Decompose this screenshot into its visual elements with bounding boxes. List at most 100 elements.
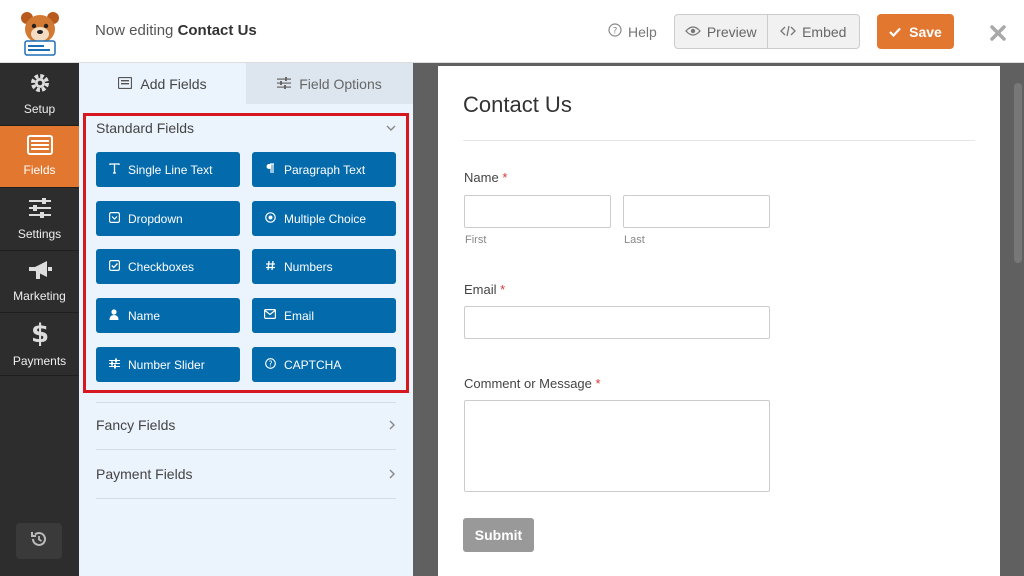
top-bar: Now editing Contact Us ? Help Preview Em… [0,0,1024,63]
gear-icon [29,72,51,99]
revisions-button[interactable] [16,523,62,559]
field-button-email[interactable]: Email [252,298,396,333]
field-button-label: Numbers [284,259,333,274]
checkbox-icon [108,259,120,274]
dollar-icon: $ [30,319,48,351]
svg-text:$: $ [32,320,48,346]
field-button-label: Single Line Text [128,162,213,177]
chevron-right-icon[interactable] [388,417,396,433]
form-preview: Contact Us Name * First Last Email * Com… [438,66,1000,576]
field-button-label: CAPTCHA [284,357,342,372]
panel-tabs: Add Fields Field Options [79,63,413,104]
tab-add-fields[interactable]: Add Fields [79,63,246,104]
first-name-field[interactable] [464,195,611,228]
required-mark: * [502,170,508,185]
preview-scrollbar[interactable] [1014,83,1022,263]
message-label-text: Comment or Message [464,376,592,391]
form-name: Contact Us [177,22,257,39]
sidebar-item-label: Payments [12,353,67,368]
sidebar-item-label: Setup [23,101,56,116]
form-preview-area: Contact Us Name * First Last Email * Com… [413,63,1024,576]
history-icon [30,530,48,553]
field-button-label: Checkboxes [128,259,195,274]
chevron-down-icon[interactable] [386,119,396,135]
list-icon [118,76,133,92]
code-icon [780,24,796,40]
field-button-multiple-choice[interactable]: Multiple Choice [252,201,396,236]
paragraph-icon [264,162,276,177]
name-label-text: Name [464,170,499,185]
email-field[interactable] [464,306,770,339]
message-textarea[interactable] [464,400,770,492]
field-button-label: Number Slider [128,357,205,372]
fields-icon [26,135,53,160]
help-icon: ? [608,23,622,40]
radio-icon [264,211,276,226]
sidebar-item-payments[interactable]: $ Payments [0,313,79,376]
submit-button[interactable]: Submit [463,518,534,552]
field-button-dropdown[interactable]: Dropdown [96,201,240,236]
editing-prefix: Now editing [95,22,174,39]
embed-label: Embed [802,23,847,40]
field-button-paragraph-text[interactable]: Paragraph Text [252,152,396,187]
envelope-icon [264,309,277,322]
embed-button[interactable]: Embed [766,15,860,48]
close-icon [990,17,1006,48]
name-label: Name * [464,170,507,185]
sidebar-item-settings[interactable]: Settings [0,188,79,251]
svg-text:?: ? [268,359,272,368]
builder-sidebar: Setup Fields Settings Marketing $ Paymen… [0,63,79,576]
close-button[interactable] [984,18,1012,46]
divider [463,140,975,141]
last-sublabel: Last [624,234,645,246]
standard-fields-heading[interactable]: Standard Fields [96,120,194,136]
field-button-single-line-text[interactable]: Single Line Text [96,152,240,187]
question-icon: ? [264,357,276,372]
field-button-name[interactable]: Name [96,298,240,333]
eye-icon [684,24,701,40]
preview-label: Preview [706,23,757,40]
divider [96,449,396,450]
field-button-captcha[interactable]: ? CAPTCHA [252,347,396,382]
editing-title: Now editing Contact Us [95,22,257,39]
save-button[interactable]: Save [877,14,954,49]
preview-button[interactable]: Preview [675,15,767,48]
payment-fields-heading[interactable]: Payment Fields [96,466,192,482]
first-sublabel: First [465,234,487,246]
field-button-label: Email [284,308,315,323]
user-icon [108,308,120,323]
checkmark-icon [889,24,901,40]
field-button-numbers[interactable]: Numbers [252,249,396,284]
slider-icon [108,358,120,372]
fields-panel: Add Fields Field Options Standard Fields… [79,63,413,576]
divider [96,402,396,403]
field-button-checkboxes[interactable]: Checkboxes [96,249,240,284]
field-button-label: Multiple Choice [284,211,367,226]
sidebar-item-marketing[interactable]: Marketing [0,251,79,313]
chevron-right-icon[interactable] [388,466,396,482]
last-name-field[interactable] [623,195,770,228]
tab-label: Field Options [299,75,382,92]
preview-embed-group: Preview Embed [674,14,860,49]
sidebar-item-setup[interactable]: Setup [0,63,79,126]
text-icon [108,162,120,177]
sidebar-item-fields[interactable]: Fields [0,125,79,188]
save-label: Save [909,23,942,40]
fancy-fields-heading[interactable]: Fancy Fields [96,417,175,433]
sliders-icon [277,76,292,92]
sidebar-item-label: Marketing [13,289,66,304]
required-mark: * [500,282,506,297]
tab-label: Add Fields [140,75,207,92]
required-mark: * [595,376,601,391]
form-title: Contact Us [463,92,572,117]
divider [96,498,396,499]
email-label: Email * [464,282,505,297]
field-button-label: Dropdown [128,211,183,226]
dropdown-icon [108,211,120,226]
email-label-text: Email [464,282,497,297]
message-label: Comment or Message * [464,376,601,391]
field-button-number-slider[interactable]: Number Slider [96,347,240,382]
tab-field-options[interactable]: Field Options [246,63,413,104]
help-link[interactable]: ? Help [608,23,657,40]
field-button-label: Name [128,308,161,323]
